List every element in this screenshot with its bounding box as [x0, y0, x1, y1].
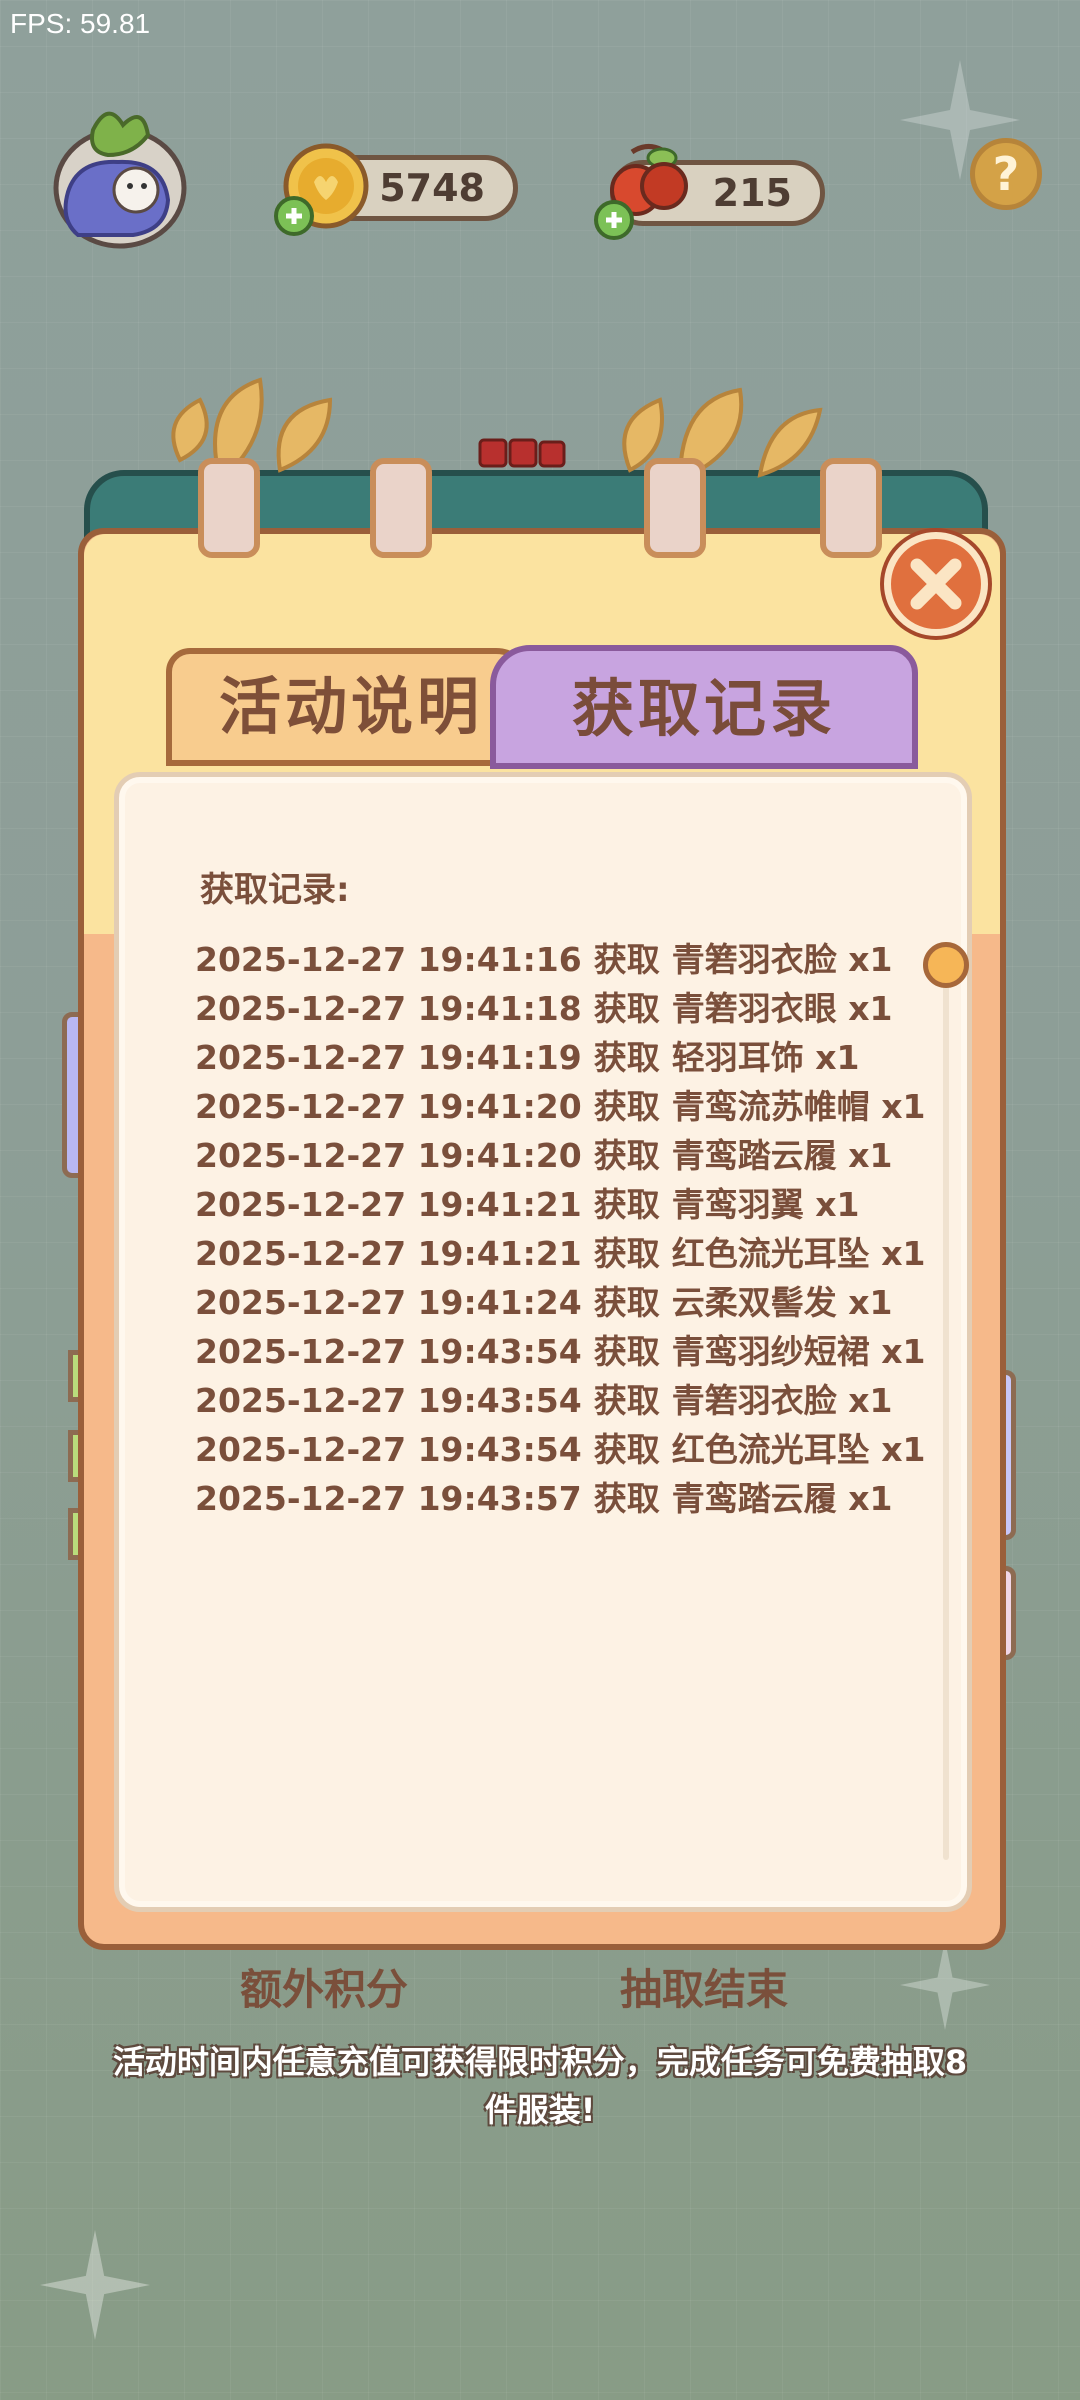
avatar-icon[interactable] [48, 100, 188, 250]
scrollbar-thumb[interactable] [923, 942, 969, 988]
sparkle-icon [900, 1940, 990, 2030]
record-action: 获取 [593, 940, 660, 979]
record-row: 2025-12-27 19:41:19 获取 轻羽耳饰 x1 [195, 1033, 926, 1082]
record-action: 获取 [593, 1430, 660, 1469]
record-item: 青箬羽衣眼 x1 [671, 989, 893, 1028]
record-item: 青鸾踏云履 x1 [671, 1479, 893, 1518]
close-icon [910, 558, 962, 610]
fps-counter: FPS: 59.81 [10, 8, 151, 39]
record-item: 红色流光耳坠 x1 [671, 1430, 926, 1469]
record-item: 云柔双髻发 x1 [671, 1283, 893, 1322]
record-time: 2025-12-27 19:41:16 [195, 940, 582, 979]
record-action: 获取 [593, 1136, 660, 1175]
record-action: 获取 [593, 1185, 660, 1224]
binder-ring [644, 458, 706, 558]
record-time: 2025-12-27 19:41:19 [195, 1038, 582, 1077]
binder-ring [370, 458, 432, 558]
activity-description-text: 活动时间内任意充值可获得限时积分，完成任务可免费抽取8件服装! [112, 2043, 968, 2129]
binder-ring [820, 458, 882, 558]
record-item: 青鸾踏云履 x1 [671, 1136, 893, 1175]
record-time: 2025-12-27 19:41:18 [195, 989, 582, 1028]
record-time: 2025-12-27 19:43:57 [195, 1479, 582, 1518]
record-item: 青箬羽衣脸 x1 [671, 1381, 893, 1420]
record-action: 获取 [593, 1381, 660, 1420]
tab-activity-description[interactable]: 活动说明 [166, 648, 536, 766]
record-time: 2025-12-27 19:43:54 [195, 1381, 582, 1420]
record-time: 2025-12-27 19:43:54 [195, 1332, 582, 1371]
record-row: 2025-12-27 19:41:18 获取 青箬羽衣眼 x1 [195, 984, 926, 1033]
draw-end-label: 抽取结束 [620, 1965, 789, 2014]
extra-points-button[interactable]: 额外积分 [240, 1956, 408, 2017]
record-item: 青鸾流苏帷帽 x1 [671, 1087, 926, 1126]
help-icon: ? [992, 147, 1020, 201]
record-time: 2025-12-27 19:41:20 [195, 1136, 582, 1175]
binder-ring [198, 458, 260, 558]
record-row: 2025-12-27 19:41:20 获取 青鸾踏云履 x1 [195, 1131, 926, 1180]
record-action: 获取 [593, 1332, 660, 1371]
record-time: 2025-12-27 19:41:20 [195, 1087, 582, 1126]
record-row: 2025-12-27 19:41:16 获取 青箬羽衣脸 x1 [195, 935, 926, 984]
scrollbar-track[interactable] [943, 960, 949, 1860]
record-item: 轻羽耳饰 x1 [671, 1038, 860, 1077]
cherry-value: 215 [712, 171, 792, 215]
record-row: 2025-12-27 19:43:54 获取 红色流光耳坠 x1 [195, 1425, 926, 1474]
record-action: 获取 [593, 1087, 660, 1126]
tab-acquisition-records[interactable]: 获取记录 [490, 645, 918, 769]
record-action: 获取 [593, 989, 660, 1028]
record-row: 2025-12-27 19:41:21 获取 青鸾羽翼 x1 [195, 1180, 926, 1229]
record-action: 获取 [593, 1038, 660, 1077]
record-time: 2025-12-27 19:41:24 [195, 1283, 582, 1322]
record-row: 2025-12-27 19:43:54 获取 青箬羽衣脸 x1 [195, 1376, 926, 1425]
record-row: 2025-12-27 19:43:54 获取 青鸾羽纱短裙 x1 [195, 1327, 926, 1376]
record-row: 2025-12-27 19:41:20 获取 青鸾流苏帷帽 x1 [195, 1082, 926, 1131]
record-item: 红色流光耳坠 x1 [671, 1234, 926, 1273]
coin-value: 5748 [379, 166, 485, 210]
record-time: 2025-12-27 19:41:21 [195, 1234, 582, 1273]
record-item: 青鸾羽纱短裙 x1 [671, 1332, 926, 1371]
coin-icon [274, 143, 369, 236]
record-row: 2025-12-27 19:43:57 获取 青鸾踏云履 x1 [195, 1474, 926, 1523]
cherry-icon [594, 144, 688, 240]
record-time: 2025-12-27 19:41:21 [195, 1185, 582, 1224]
records-title: 获取记录: [200, 870, 350, 910]
sparkle-icon [40, 2230, 150, 2340]
record-item: 青鸾羽翼 x1 [671, 1185, 860, 1224]
record-action: 获取 [593, 1479, 660, 1518]
record-action: 获取 [593, 1283, 660, 1322]
record-item: 青箬羽衣脸 x1 [671, 940, 893, 979]
record-action: 获取 [593, 1234, 660, 1273]
close-button[interactable] [884, 532, 988, 636]
record-row: 2025-12-27 19:41:21 获取 红色流光耳坠 x1 [195, 1229, 926, 1278]
record-time: 2025-12-27 19:43:54 [195, 1430, 582, 1469]
record-row: 2025-12-27 19:41:24 获取 云柔双髻发 x1 [195, 1278, 926, 1327]
records-list: 2025-12-27 19:41:16 获取 青箬羽衣脸 x1 2025-12-27 … [195, 935, 926, 1523]
leaf-decoration-icon [171, 377, 823, 484]
help-button[interactable]: ? [970, 138, 1042, 210]
